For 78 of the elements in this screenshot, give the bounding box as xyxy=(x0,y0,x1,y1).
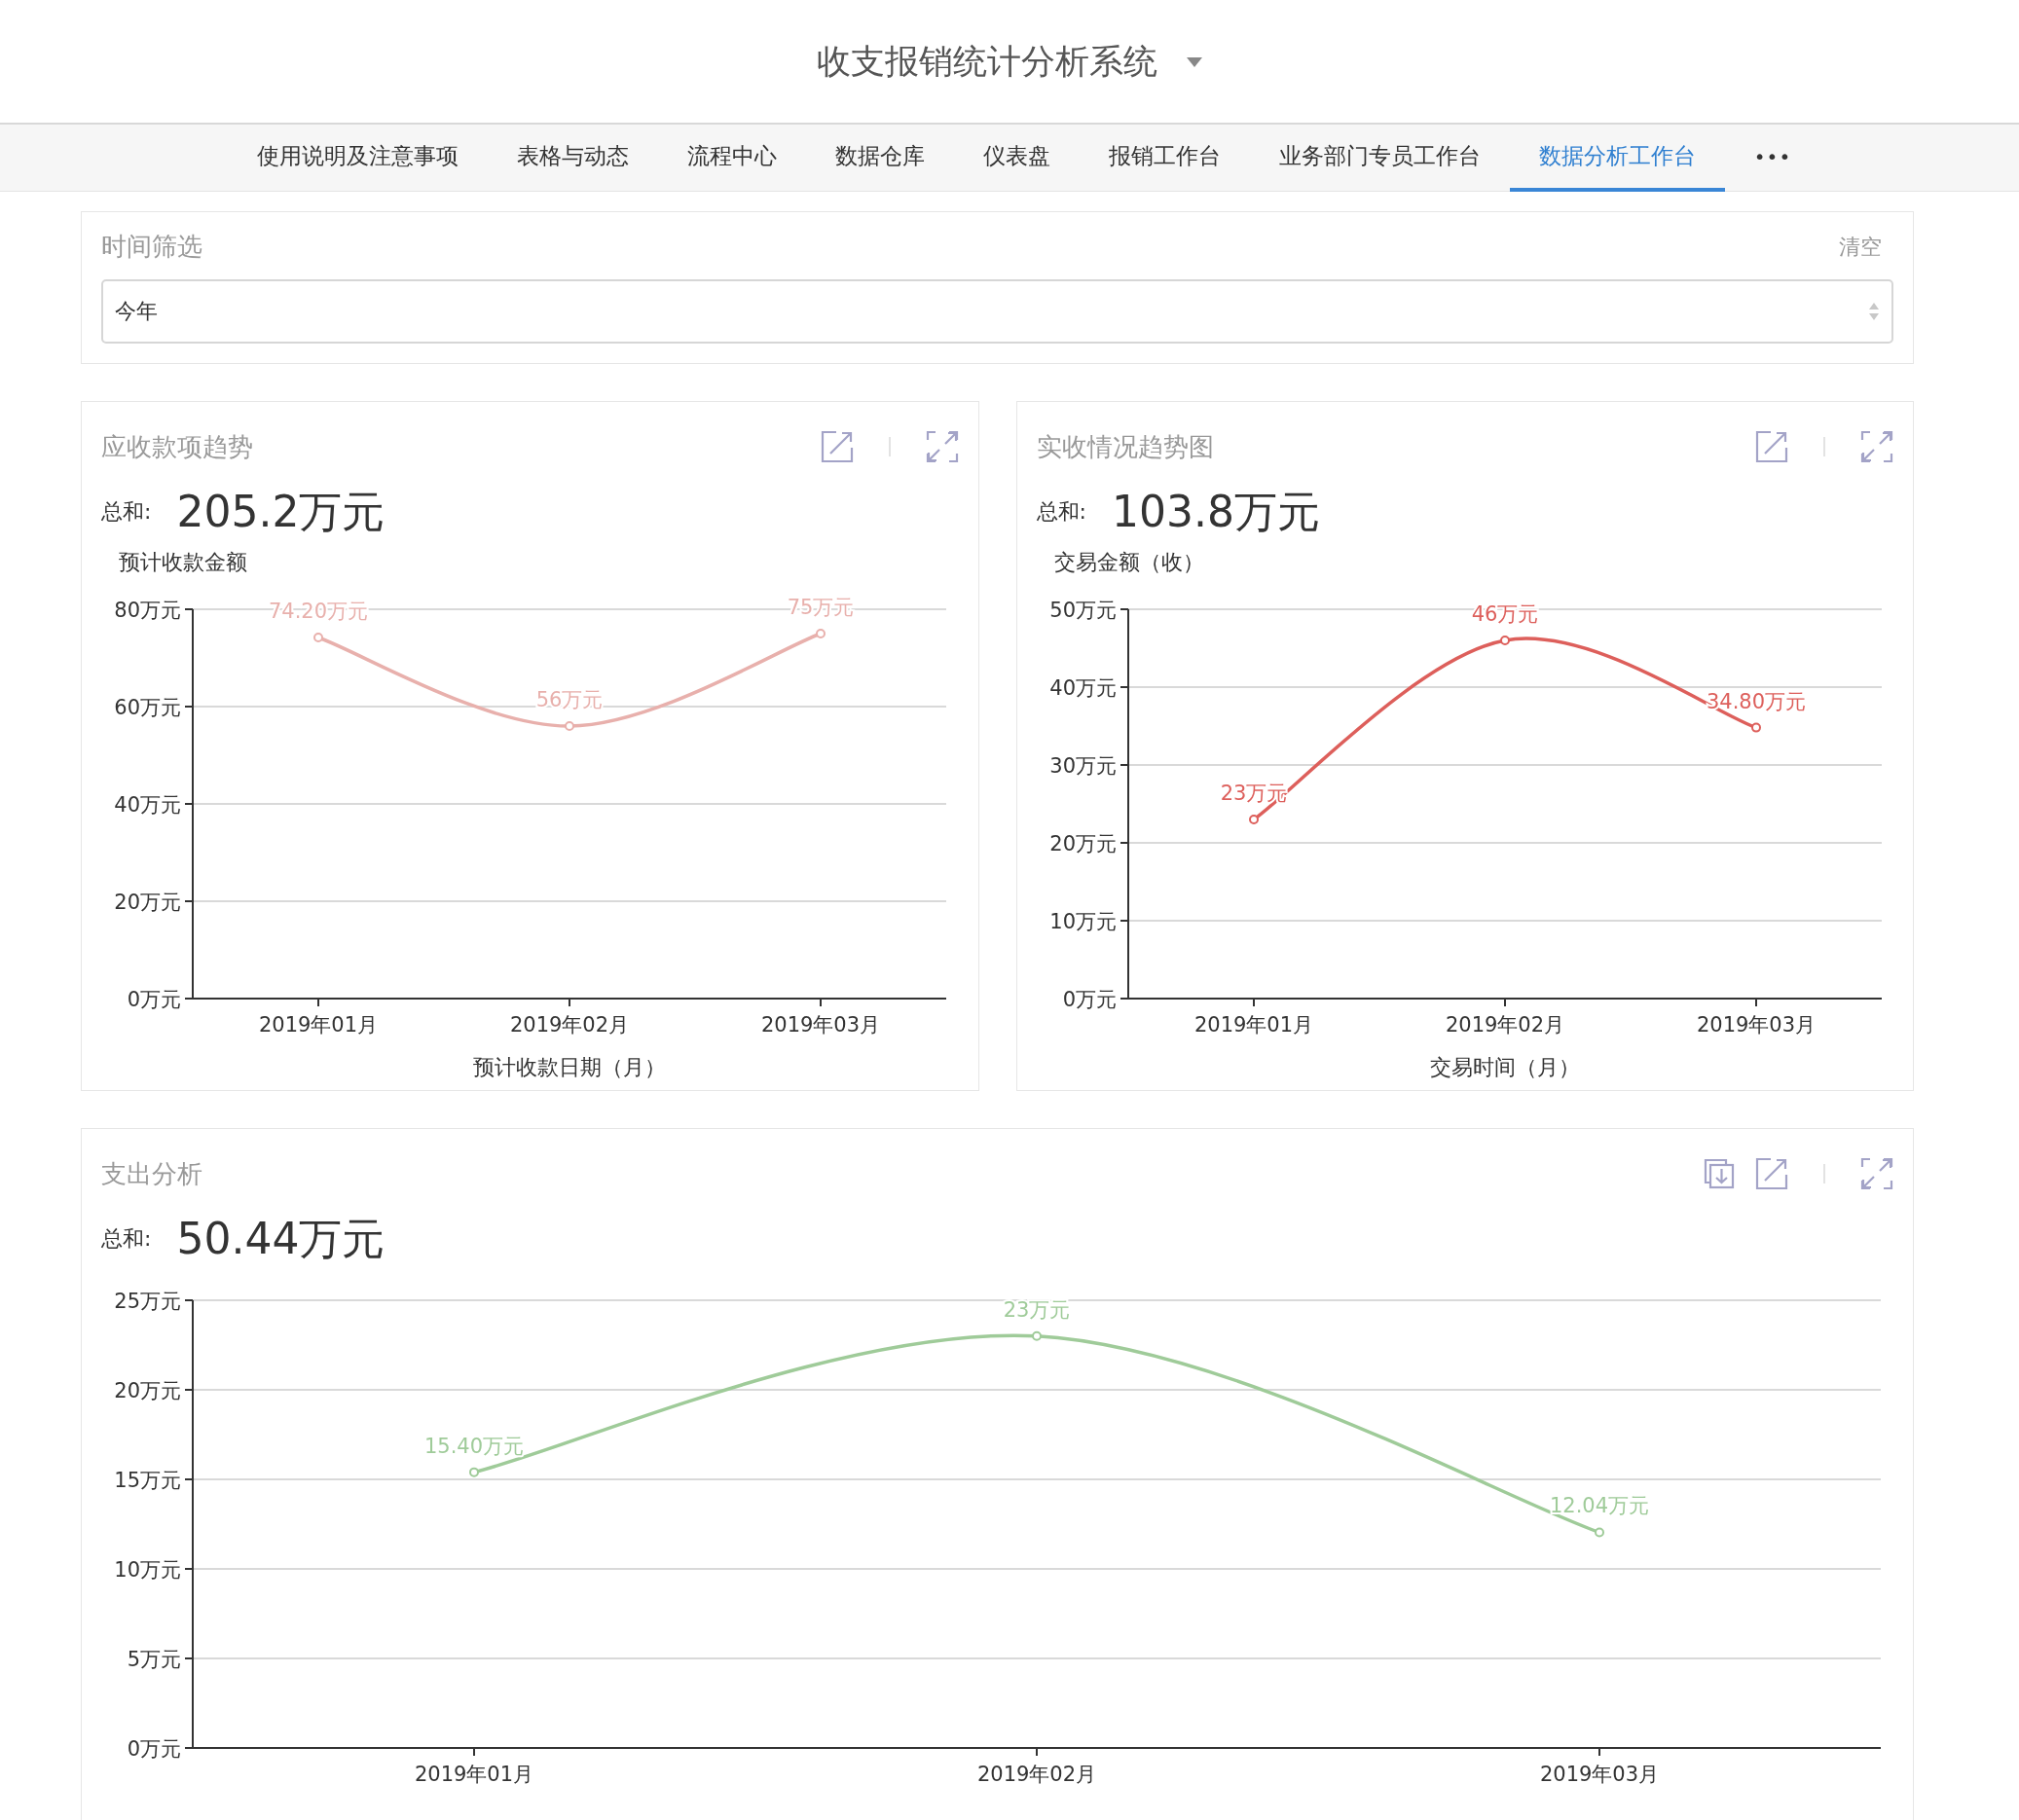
data-point xyxy=(1595,1527,1604,1538)
x-axis-title: 预计收款日期（月） xyxy=(473,1055,666,1079)
x-tick-label: 2019年02月 xyxy=(976,1763,1097,1786)
x-tick-label: 2019年02月 xyxy=(509,1013,630,1037)
data-point xyxy=(313,633,323,642)
y-tick-label: 50万元 xyxy=(1048,599,1117,622)
nav-tab[interactable]: 报销工作台 xyxy=(1079,125,1250,192)
total-label: 总和: xyxy=(101,498,152,526)
data-point xyxy=(469,1467,479,1477)
data-label: 34.80万元 xyxy=(1706,689,1806,713)
data-label: 46万元 xyxy=(1471,602,1538,626)
sort-arrows-icon xyxy=(1868,301,1880,322)
download-icon[interactable] xyxy=(1703,1157,1736,1190)
open-external-icon[interactable] xyxy=(1755,430,1788,463)
x-tick-label: 2019年03月 xyxy=(1696,1013,1816,1037)
total-value: 205.2万元 xyxy=(176,485,385,538)
filter-title: 时间筛选 xyxy=(101,231,202,263)
data-point xyxy=(1499,636,1510,645)
data-point xyxy=(1032,1330,1042,1341)
y-tick-label: 0万元 xyxy=(127,1737,181,1761)
x-tick-label: 2019年01月 xyxy=(1193,1013,1313,1037)
y-tick-label: 20万元 xyxy=(114,891,181,914)
caret-down-icon[interactable] xyxy=(1187,57,1202,67)
y-tick-label: 25万元 xyxy=(114,1290,181,1313)
nav-tab[interactable]: 数据仓库 xyxy=(805,125,954,192)
fullscreen-icon[interactable] xyxy=(925,430,959,463)
y-tick-label: 20万元 xyxy=(114,1379,181,1402)
nav-tab[interactable]: 使用说明及注意事项 xyxy=(227,125,488,192)
y-axis-title: 交易金额（收） xyxy=(1053,550,1204,574)
total-value: 50.44万元 xyxy=(176,1212,385,1265)
y-tick-label: 10万元 xyxy=(1048,910,1117,933)
open-external-icon[interactable] xyxy=(820,430,854,463)
app-title[interactable]: 收支报销统计分析系统 xyxy=(817,38,1157,85)
data-label: 56万元 xyxy=(535,688,604,711)
x-tick-label: 2019年01月 xyxy=(414,1763,534,1786)
y-tick-label: 5万元 xyxy=(127,1648,181,1671)
panel-title: 应收款项趋势 xyxy=(101,430,253,463)
fullscreen-icon[interactable] xyxy=(1860,1157,1893,1190)
y-tick-label: 40万元 xyxy=(1048,676,1117,700)
y-tick-label: 0万元 xyxy=(1062,988,1117,1011)
x-tick-label: 2019年03月 xyxy=(760,1013,881,1037)
x-tick-label: 2019年02月 xyxy=(1445,1013,1564,1037)
y-tick-label: 60万元 xyxy=(114,696,181,719)
open-external-icon[interactable] xyxy=(1755,1157,1788,1190)
data-label: 15.40万元 xyxy=(423,1434,525,1458)
nav-tab[interactable]: 流程中心 xyxy=(657,125,806,192)
data-point xyxy=(1248,815,1259,824)
nav-tab[interactable]: 业务部门专员工作台 xyxy=(1249,125,1510,192)
y-tick-label: 40万元 xyxy=(114,793,181,817)
data-point xyxy=(816,629,826,638)
nav-tab[interactable]: 数据分析工作台 xyxy=(1509,125,1725,192)
y-tick-label: 80万元 xyxy=(114,599,181,622)
time-select[interactable]: 今年 xyxy=(101,279,1893,344)
total-label: 总和: xyxy=(101,1225,152,1253)
total-label: 总和: xyxy=(1036,498,1086,526)
data-label: 23万元 xyxy=(1003,1297,1071,1322)
nav-tab[interactable]: 仪表盘 xyxy=(953,125,1080,192)
total-value: 103.8万元 xyxy=(1111,485,1320,538)
y-tick-label: 15万元 xyxy=(114,1469,181,1492)
x-tick-label: 2019年03月 xyxy=(1539,1763,1660,1786)
data-point xyxy=(565,721,574,731)
y-tick-label: 20万元 xyxy=(1048,832,1117,855)
y-tick-label: 0万元 xyxy=(127,988,181,1011)
data-point xyxy=(1750,722,1761,733)
y-tick-label: 10万元 xyxy=(114,1558,181,1582)
y-tick-label: 30万元 xyxy=(1048,754,1117,778)
panel-title: 支出分析 xyxy=(101,1157,202,1190)
data-label: 75万元 xyxy=(787,596,855,619)
y-axis-title: 预计收款金额 xyxy=(119,550,247,574)
x-axis-title: 交易时间（月） xyxy=(1429,1055,1580,1079)
more-menu[interactable]: ••• xyxy=(1724,125,1821,192)
fullscreen-icon[interactable] xyxy=(1860,430,1893,463)
data-label: 12.04万元 xyxy=(1549,1494,1650,1518)
data-label: 74.20万元 xyxy=(268,600,369,623)
data-label: 23万元 xyxy=(1220,782,1287,805)
x-tick-label: 2019年01月 xyxy=(258,1013,379,1037)
nav-tab[interactable]: 表格与动态 xyxy=(487,125,658,192)
panel-title: 实收情况趋势图 xyxy=(1036,430,1214,463)
